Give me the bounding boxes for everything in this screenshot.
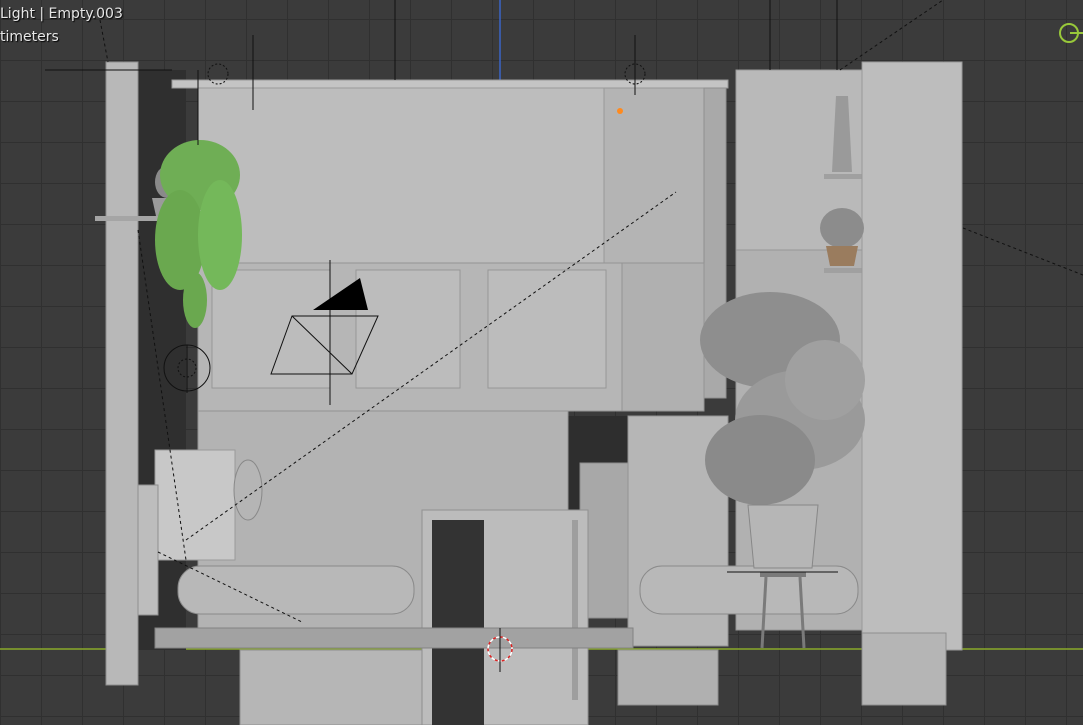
cabinet-panel-1 [211, 269, 331, 389]
succulent [820, 208, 864, 248]
right-wall-base [861, 632, 947, 706]
upper-cabinet-door [603, 87, 705, 264]
light-helper-line [839, 0, 944, 71]
light-helper-line [99, 19, 109, 63]
middle-cabinet-right [621, 262, 705, 412]
right-wall [861, 61, 963, 651]
left-wall [105, 61, 139, 686]
shelf-upper [824, 174, 866, 179]
washer-bracket [137, 484, 159, 616]
shelf-lower [824, 268, 866, 273]
navigation-gizmo-icon[interactable] [1059, 23, 1083, 43]
scene-render[interactable] [0, 0, 1083, 725]
floor-block-right [617, 649, 719, 706]
door-handle [572, 520, 578, 700]
light-helper-line [962, 227, 1083, 276]
cabinet-panel-3 [487, 269, 607, 389]
succulent-pot [826, 246, 858, 266]
upper-cabinet [197, 87, 605, 264]
cabinet-panel-2 [355, 269, 461, 389]
pet-bed-left [177, 565, 415, 615]
floor-block [239, 649, 423, 725]
door-opening [432, 520, 484, 725]
washer-drum-door [233, 459, 263, 521]
top-rail [171, 79, 729, 89]
washing-machine [154, 449, 236, 561]
pet-bed-right [639, 565, 859, 615]
3d-viewport[interactable]: Light | Empty.003 timeters [0, 0, 1083, 725]
monstera-pot [747, 504, 819, 569]
plant-stool-top [760, 572, 806, 577]
rug [154, 627, 634, 649]
